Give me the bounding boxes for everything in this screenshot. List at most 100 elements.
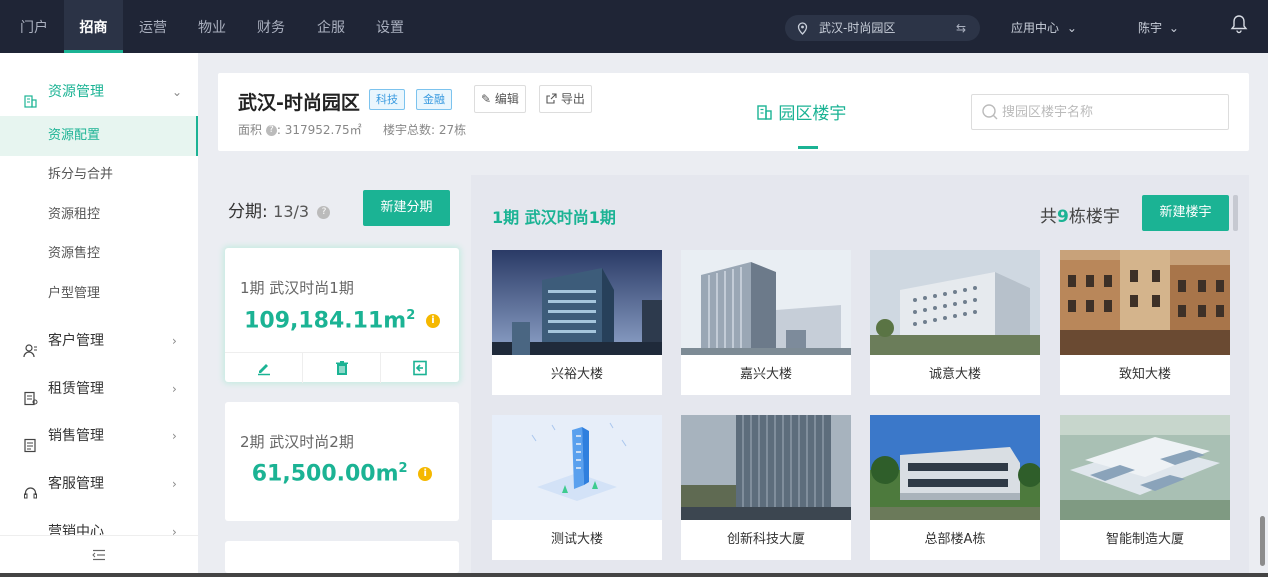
user-name: 陈宇 <box>1138 21 1163 35</box>
help-icon[interactable]: ? <box>317 205 331 219</box>
window-scrollbar[interactable] <box>1260 516 1265 566</box>
edit-button[interactable]: ✎ 编辑 <box>474 85 526 113</box>
building-name: 兴裕大楼 <box>550 367 603 382</box>
chevron-right-icon: › <box>172 334 177 348</box>
enter-phase-button[interactable] <box>381 353 459 383</box>
area-unit: m <box>375 461 399 487</box>
tab-label: 园区楼宇 <box>778 104 847 124</box>
building-photo <box>681 415 851 520</box>
sidebar-group-customer-service[interactable]: 客服管理 › <box>0 464 198 504</box>
count-suffix: 栋楼宇 <box>1068 207 1120 227</box>
building-card[interactable]: 致知大楼 <box>1060 250 1230 395</box>
new-phase-button[interactable]: 新建分期 <box>363 190 450 226</box>
chevron-right-icon: › <box>172 382 177 396</box>
sidebar-group-label: 客服管理 <box>48 476 104 492</box>
chevron-right-icon: › <box>172 477 177 491</box>
info-icon[interactable]: i <box>425 314 440 329</box>
sidebar-group-customer-management[interactable]: 客户管理 › <box>0 321 198 361</box>
building-name: 测试大楼 <box>550 532 603 547</box>
sidebar-item-resource-sale-control[interactable]: 资源售控 <box>0 234 198 274</box>
phase-card-1[interactable]: 1期 武汉时尚1期 109,184.11m2 i <box>225 248 459 383</box>
collapse-menu-button[interactable] <box>0 535 198 573</box>
info-icon[interactable]: i <box>418 467 433 482</box>
swap-icon: ⇆ <box>955 21 966 35</box>
building-photo <box>492 250 662 355</box>
nav-operation[interactable]: 运营 <box>127 0 179 53</box>
park-header-card: 武汉-时尚园区 科技 金融 ✎ 编辑 导出 面积 ?: 317952.75㎡ 楼… <box>218 73 1249 151</box>
buildings-count: 共9栋楼宇 <box>1040 202 1120 227</box>
building-card[interactable]: 测试大楼 <box>492 415 662 560</box>
chevron-down-icon: ⌄ <box>172 85 183 99</box>
building-icon <box>756 104 778 124</box>
building-name: 总部楼A栋 <box>924 532 986 547</box>
building-card[interactable]: 智能制造大厦 <box>1060 415 1230 560</box>
app-center-menu[interactable]: 应用中心 ⌄ <box>1011 0 1077 56</box>
sidebar-item-split-merge[interactable]: 拆分与合并 <box>0 155 198 195</box>
main-app-area: 资源管理 ⌄ 资源配置 拆分与合并 资源租控 资源售控 户型管理 客户管理 › … <box>0 53 1268 573</box>
area-label: 面积 <box>238 123 263 137</box>
sidebar-item-unit-type[interactable]: 户型管理 <box>0 274 198 314</box>
delete-phase-button[interactable] <box>303 353 381 383</box>
nav-settings[interactable]: 设置 <box>364 0 416 53</box>
building-photo <box>870 415 1040 520</box>
building-card[interactable]: 总部楼A栋 <box>870 415 1040 560</box>
phase-card-3[interactable] <box>225 541 459 573</box>
collapse-menu-icon <box>92 547 106 563</box>
phase-card-2[interactable]: 2期 武汉时尚2期 61,500.00m2 i <box>225 402 459 521</box>
tab-active-indicator <box>798 146 818 149</box>
building-card[interactable]: 兴裕大楼 <box>492 250 662 395</box>
building-search[interactable] <box>971 94 1229 130</box>
sidebar-item-resource-lease-control[interactable]: 资源租控 <box>0 195 198 235</box>
edit-phase-button[interactable] <box>225 353 303 383</box>
export-icon <box>546 92 561 106</box>
new-building-button[interactable]: 新建楼宇 <box>1142 195 1229 231</box>
building-card[interactable]: 创新科技大厦 <box>681 415 851 560</box>
nav-portal[interactable]: 门户 <box>8 0 60 53</box>
help-icon[interactable]: ? <box>265 125 277 136</box>
phase-value: 13/3 <box>273 202 310 221</box>
sidebar-group-lease-management[interactable]: 租赁管理 › <box>0 369 198 409</box>
building-name: 致知大楼 <box>1118 367 1171 382</box>
sidebar-item-resource-config[interactable]: 资源配置 <box>0 116 198 156</box>
user-menu[interactable]: 陈宇 ⌄ <box>1138 0 1179 56</box>
nav-enterprise-service[interactable]: 企服 <box>305 0 357 53</box>
sidebar-group-resource-management[interactable]: 资源管理 ⌄ <box>0 72 198 112</box>
pencil-icon <box>258 364 270 376</box>
sidebar-group-label: 销售管理 <box>48 428 104 444</box>
top-navigation-bar: 门户 招商 运营 物业 财务 企服 设置 武汉-时尚园区 ⇆ 应用中心 ⌄ 陈宇… <box>0 0 1268 53</box>
phase-card-title: 2期 武汉时尚2期 <box>240 433 354 451</box>
bell-icon[interactable] <box>1230 14 1248 34</box>
nav-property[interactable]: 物业 <box>186 0 238 53</box>
sales-icon <box>23 429 38 453</box>
tag-technology: 科技 <box>369 89 405 110</box>
phase-card-area: 109,184.11m2 i <box>225 308 459 333</box>
panel-scrollbar[interactable] <box>1233 195 1238 231</box>
sidebar-group-sales-management[interactable]: 销售管理 › <box>0 416 198 456</box>
building-name: 嘉兴大楼 <box>739 367 792 382</box>
buildings-panel: 1期 武汉时尚1期 共9栋楼宇 新建楼宇 兴裕大楼 嘉兴大楼 诚意大楼 致知大楼… <box>471 175 1249 573</box>
phase-label: 分期 <box>228 202 262 222</box>
sidebar: 资源管理 ⌄ 资源配置 拆分与合并 资源租控 资源售控 户型管理 客户管理 › … <box>0 53 198 573</box>
building-card[interactable]: 嘉兴大楼 <box>681 250 851 395</box>
chevron-down-icon: ⌄ <box>1168 21 1179 35</box>
building-card[interactable]: 诚意大楼 <box>870 250 1040 395</box>
phase-card-area: 61,500.00m2 i <box>225 461 459 486</box>
tab-park-buildings[interactable]: 园区楼宇 <box>756 99 846 124</box>
nav-finance[interactable]: 财务 <box>245 0 297 53</box>
phase-card-title: 1期 武汉时尚1期 <box>240 279 354 297</box>
building-icon <box>23 85 38 108</box>
sidebar-group-label: 资源管理 <box>48 84 104 100</box>
area-value: 317952.75㎡ <box>284 123 362 137</box>
search-input[interactable] <box>1002 103 1212 121</box>
search-icon <box>981 103 999 121</box>
building-count-value: 27栋 <box>438 123 467 137</box>
sidebar-group-label: 客户管理 <box>48 333 104 349</box>
building-name: 创新科技大厦 <box>726 532 805 547</box>
park-selector[interactable]: 武汉-时尚园区 ⇆ <box>785 15 980 41</box>
buildings-phase-title: 1期 武汉时尚1期 <box>492 208 616 227</box>
lease-icon <box>23 382 38 406</box>
export-button[interactable]: 导出 <box>539 85 592 113</box>
nav-investment[interactable]: 招商 <box>64 0 123 53</box>
sidebar-group-label: 租赁管理 <box>48 381 104 397</box>
location-pin-icon <box>797 15 808 41</box>
